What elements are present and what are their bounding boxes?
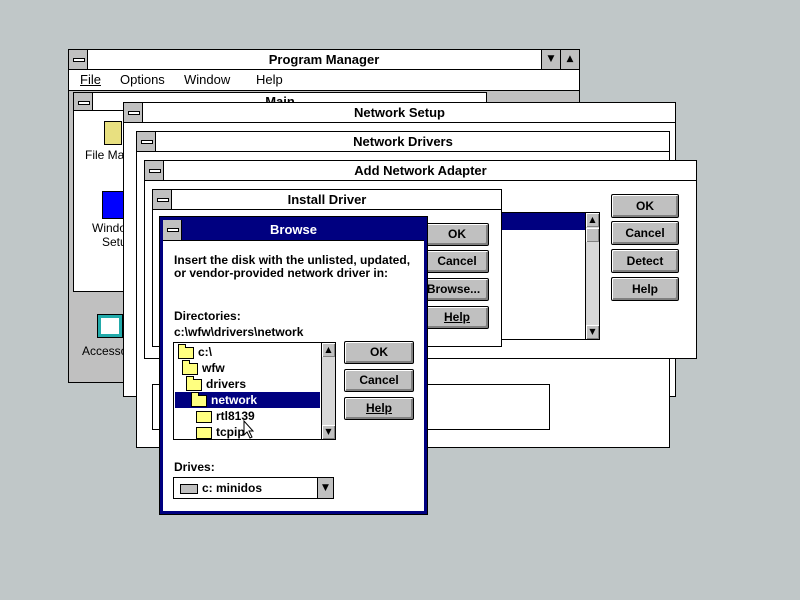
directory-item-wfw[interactable]: wfw xyxy=(182,359,225,376)
drive-value: c: minidos xyxy=(202,481,263,495)
adapter-cancel-button[interactable]: Cancel xyxy=(611,221,679,245)
browse-cancel-button[interactable]: Cancel xyxy=(344,369,414,392)
open-folder-icon xyxy=(178,343,194,359)
accessories-icon[interactable] xyxy=(97,314,123,338)
drive-icon xyxy=(180,484,198,494)
windows-setup-icon[interactable] xyxy=(102,191,124,219)
directory-item-tcpip[interactable]: tcpip xyxy=(196,424,245,440)
menu-help[interactable]: Help xyxy=(256,70,283,90)
open-folder-icon xyxy=(182,359,198,375)
folder-icon xyxy=(196,426,212,439)
directory-item-drivers[interactable]: drivers xyxy=(186,375,246,392)
install-driver-control-menu-icon[interactable] xyxy=(153,190,172,209)
program-manager-control-menu-icon[interactable] xyxy=(69,50,88,69)
network-setup-title-bar[interactable]: Network Setup xyxy=(124,103,675,123)
add-network-adapter-title: Add Network Adapter xyxy=(354,163,487,178)
directory-list-scrollbar[interactable]: ▲ ▼ xyxy=(321,343,335,439)
drives-label: Drives: xyxy=(174,460,215,474)
menu-bar: File Options Window Help xyxy=(69,70,579,91)
menu-options[interactable]: Options xyxy=(120,70,165,90)
directory-item-network-selected[interactable]: network xyxy=(175,391,320,408)
browse-ok-button[interactable]: OK xyxy=(344,341,414,364)
main-group-control-menu-icon[interactable] xyxy=(74,93,93,110)
network-drivers-title-bar[interactable]: Network Drivers xyxy=(137,132,669,152)
scroll-up-icon[interactable]: ▲ xyxy=(586,213,599,227)
drives-dropdown[interactable]: c: minidos ▼ xyxy=(173,477,334,499)
install-browse-button[interactable]: Browse... xyxy=(418,278,489,301)
browse-title: Browse xyxy=(270,222,317,237)
menu-file[interactable]: File xyxy=(80,70,101,90)
add-network-adapter-title-bar[interactable]: Add Network Adapter xyxy=(145,161,696,181)
accessories-label: Accesso xyxy=(82,344,128,358)
scroll-down-icon[interactable]: ▼ xyxy=(586,325,599,339)
directory-item-root[interactable]: c:\ xyxy=(178,343,212,360)
adapter-list-scrollbar[interactable]: ▲ ▼ xyxy=(585,213,599,339)
maximize-icon[interactable]: ▲ xyxy=(560,50,579,69)
folder-icon xyxy=(196,410,212,423)
network-setup-control-menu-icon[interactable] xyxy=(124,103,143,122)
network-drivers-control-menu-icon[interactable] xyxy=(137,132,156,151)
network-drivers-title: Network Drivers xyxy=(353,134,453,149)
windows-setup-label-1: Windo xyxy=(92,221,127,235)
install-ok-button[interactable]: OK xyxy=(425,223,489,246)
adapter-ok-button[interactable]: OK xyxy=(611,194,679,218)
open-folder-icon xyxy=(191,391,207,407)
add-network-adapter-control-menu-icon[interactable] xyxy=(145,161,164,180)
dropdown-arrow-icon[interactable]: ▼ xyxy=(317,478,333,498)
install-help-button[interactable]: Help xyxy=(425,306,489,329)
adapter-help-button[interactable]: Help xyxy=(611,277,679,301)
minimize-icon[interactable]: ▼ xyxy=(541,50,560,69)
mouse-cursor-icon xyxy=(243,420,255,439)
current-path: c:\wfw\drivers\network xyxy=(174,325,304,339)
program-manager-title: Program Manager xyxy=(268,52,380,67)
browse-instruction-line-2: or vendor-provided network driver in: xyxy=(174,266,389,280)
adapter-detect-button[interactable]: Detect xyxy=(611,249,679,273)
install-driver-title-bar[interactable]: Install Driver xyxy=(153,190,501,210)
browse-help-button[interactable]: Help xyxy=(344,397,414,420)
directories-label: Directories: xyxy=(174,309,241,323)
scroll-down-icon[interactable]: ▼ xyxy=(322,425,335,439)
browse-title-bar[interactable]: Browse xyxy=(163,220,424,241)
browse-control-menu-icon[interactable] xyxy=(163,220,182,240)
menu-window[interactable]: Window xyxy=(184,70,230,90)
network-setup-title: Network Setup xyxy=(353,105,445,120)
scroll-up-icon[interactable]: ▲ xyxy=(322,343,335,357)
program-manager-title-bar[interactable]: Program Manager xyxy=(69,50,579,70)
install-cancel-button[interactable]: Cancel xyxy=(425,250,489,273)
browse-dialog[interactable]: Browse Insert the disk with the unlisted… xyxy=(159,216,428,515)
scroll-thumb[interactable] xyxy=(586,228,599,242)
browse-instruction-line-1: Insert the disk with the unlisted, updat… xyxy=(174,253,411,267)
file-manager-icon[interactable] xyxy=(104,121,122,145)
install-driver-title: Install Driver xyxy=(287,192,367,207)
open-folder-icon xyxy=(186,375,202,391)
